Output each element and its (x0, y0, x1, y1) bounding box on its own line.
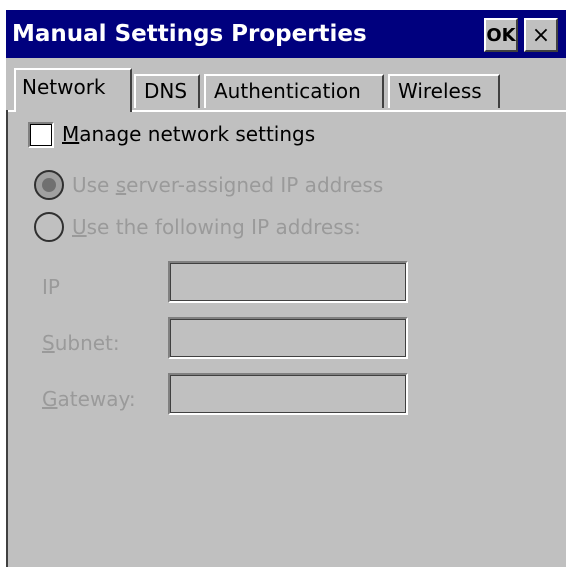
ok-button-label: OK (486, 24, 516, 46)
tab-wireless-label: Wireless (398, 79, 482, 103)
panel-edge (6, 110, 8, 567)
tab-dns-label: DNS (144, 79, 188, 103)
tab-dns[interactable]: DNS (134, 74, 200, 108)
tab-wireless[interactable]: Wireless (388, 74, 500, 108)
window-title: Manual Settings Properties (12, 21, 367, 47)
gateway-field[interactable] (168, 373, 408, 415)
title-bar: Manual Settings Properties OK × (6, 10, 566, 58)
server-assigned-label: Use server-assigned IP address (72, 173, 384, 197)
gateway-label: Gateway: (42, 387, 136, 411)
tab-network-label: Network (22, 75, 106, 99)
following-ip-radio[interactable] (34, 212, 64, 242)
following-ip-label: Use the following IP address: (72, 215, 361, 239)
tab-strip: Network DNS Authentication Wireless (6, 68, 566, 112)
ok-button[interactable]: OK (484, 18, 518, 52)
server-assigned-radio[interactable] (34, 170, 64, 200)
subnet-label: Subnet: (42, 331, 120, 355)
subnet-field[interactable] (168, 317, 408, 359)
close-button[interactable]: × (524, 18, 558, 52)
close-icon: × (531, 22, 551, 48)
tab-authentication[interactable]: Authentication (204, 74, 384, 108)
manage-network-label[interactable]: Manage network settings (62, 120, 315, 148)
manual-settings-window: Manual Settings Properties OK × Network … (6, 10, 566, 567)
tab-authentication-label: Authentication (214, 79, 361, 103)
ip-field[interactable] (168, 261, 408, 303)
tab-network[interactable]: Network (14, 68, 132, 112)
manage-network-checkbox[interactable] (28, 122, 54, 148)
ip-label: IP (42, 275, 60, 299)
